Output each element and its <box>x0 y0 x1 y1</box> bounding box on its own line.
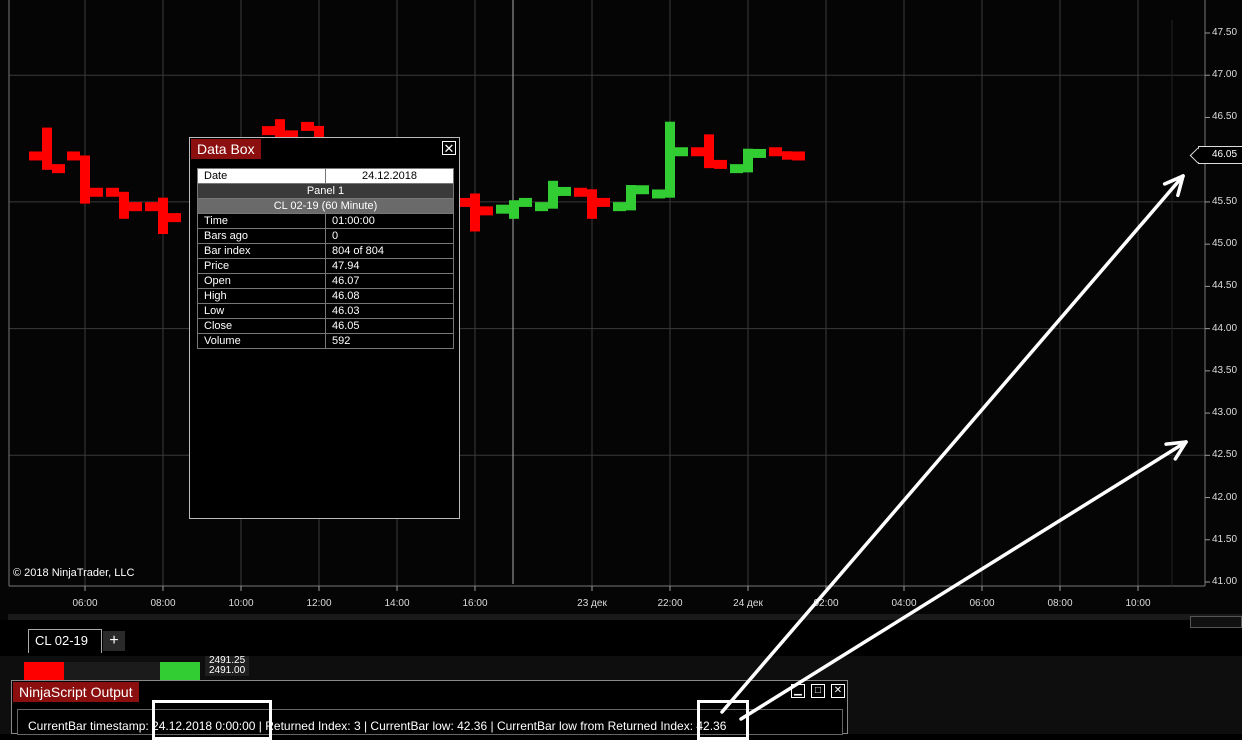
y-tick-label: 47.00 <box>1212 69 1238 81</box>
x-tick-label: 04:00 <box>891 598 917 609</box>
y-tick-label: 43.00 <box>1212 407 1238 419</box>
chart-panel[interactable]: © 2018 NinjaTrader, LLC 47.50 47.00 46.50 4… <box>0 0 1242 620</box>
red-volume-block <box>24 662 64 680</box>
row-value: 592 <box>325 333 454 349</box>
y-tick-label: 42.00 <box>1212 491 1238 503</box>
add-tab-button[interactable]: + <box>103 631 125 651</box>
y-tick-label: 43.50 <box>1212 364 1238 376</box>
x-tick-label: 02:00 <box>813 598 839 609</box>
close-icon[interactable]: ✕ <box>831 684 845 698</box>
row-value: 46.05 <box>325 318 454 334</box>
y-tick-label: 42.50 <box>1212 449 1238 461</box>
row-label: Open <box>197 273 326 289</box>
x-tick-label: 08:00 <box>1047 598 1073 609</box>
instrument-header: CL 02-19 (60 Minute) <box>197 198 454 214</box>
x-tick-label: 06:00 <box>72 598 98 609</box>
row-label: Time <box>197 213 326 229</box>
x-tick-label: 24 дек <box>733 598 763 609</box>
close-icon[interactable]: ✕ <box>442 141 456 155</box>
row-value: 804 of 804 <box>325 243 454 259</box>
y-tick-label: 45.00 <box>1212 238 1238 250</box>
copyright-text: © 2018 NinjaTrader, LLC <box>13 567 135 579</box>
data-box-table: Date 24.12.2018 Panel 1 CL 02-19 (60 Min… <box>197 168 454 349</box>
data-box-row: Close 46.05 <box>197 318 454 334</box>
green-volume-block <box>160 662 200 680</box>
date-value: 24.12.2018 <box>325 168 454 184</box>
row-value: 47.94 <box>325 258 454 274</box>
last-price-marker: 46.05 <box>1198 146 1242 164</box>
row-value: 46.07 <box>325 273 454 289</box>
data-box-title: Data Box <box>191 139 261 159</box>
data-box-row: Time 01:00:00 <box>197 213 454 229</box>
highlight-timestamp-box <box>152 700 272 740</box>
horizontal-scrollbar[interactable] <box>1190 616 1242 628</box>
x-tick-label: 14:00 <box>384 598 410 609</box>
neutral-block <box>64 662 160 680</box>
data-box-row: Volume 592 <box>197 333 454 349</box>
row-label: Close <box>197 318 326 334</box>
price-chart[interactable] <box>0 0 1242 620</box>
highlight-low-box <box>697 700 749 740</box>
y-tick-label: 47.50 <box>1212 27 1238 38</box>
x-tick-label: 23 дек <box>577 598 607 609</box>
price-tag-2: 2491.00 <box>205 666 250 676</box>
output-title: NinjaScript Output <box>13 682 139 702</box>
row-value: 46.08 <box>325 288 454 304</box>
tab-strip-background <box>8 614 1242 620</box>
x-tick-label: 16:00 <box>462 598 488 609</box>
data-box-row: Low 46.03 <box>197 303 454 319</box>
row-label: Bars ago <box>197 228 326 244</box>
row-label: Low <box>197 303 326 319</box>
x-tick-label: 08:00 <box>150 598 176 609</box>
data-box-row: High 46.08 <box>197 288 454 304</box>
data-box-row: Bar index 804 of 804 <box>197 243 454 259</box>
x-tick-label: 10:00 <box>1125 598 1151 609</box>
row-value: 46.03 <box>325 303 454 319</box>
maximize-icon[interactable]: □ <box>811 684 825 698</box>
tab-cl-02-19[interactable]: CL 02-19 <box>28 629 102 653</box>
row-value: 0 <box>325 228 454 244</box>
y-tick-label: 44.50 <box>1212 280 1238 292</box>
row-label: Bar index <box>197 243 326 259</box>
x-tick-label: 10:00 <box>228 598 254 609</box>
data-box-row: Open 46.07 <box>197 273 454 289</box>
y-tick-label: 46.50 <box>1212 111 1238 123</box>
row-label: High <box>197 288 326 304</box>
output-line: CurrentBar timestamp: 24.12.2018 0:00:00… <box>28 719 727 733</box>
row-label: Volume <box>197 333 326 349</box>
y-tick-label: 45.50 <box>1212 195 1238 207</box>
x-tick-label: 06:00 <box>969 598 995 609</box>
y-tick-label: 41.50 <box>1212 533 1238 545</box>
data-box-row: Price 47.94 <box>197 258 454 274</box>
y-tick-label: 41.00 <box>1212 576 1238 587</box>
row-label: Price <box>197 258 326 274</box>
data-box-window[interactable]: Data Box ✕ Date 24.12.2018 Panel 1 CL 02… <box>189 137 460 519</box>
y-tick-label: 44.00 <box>1212 322 1238 334</box>
date-label: Date <box>197 168 326 184</box>
minimize-icon[interactable]: ▁ <box>791 684 805 698</box>
row-value: 01:00:00 <box>325 213 454 229</box>
chart-bg <box>0 0 1242 620</box>
panel-header: Panel 1 <box>197 183 454 199</box>
x-tick-label: 12:00 <box>306 598 332 609</box>
x-tick-label: 22:00 <box>657 598 683 609</box>
data-box-row: Bars ago 0 <box>197 228 454 244</box>
